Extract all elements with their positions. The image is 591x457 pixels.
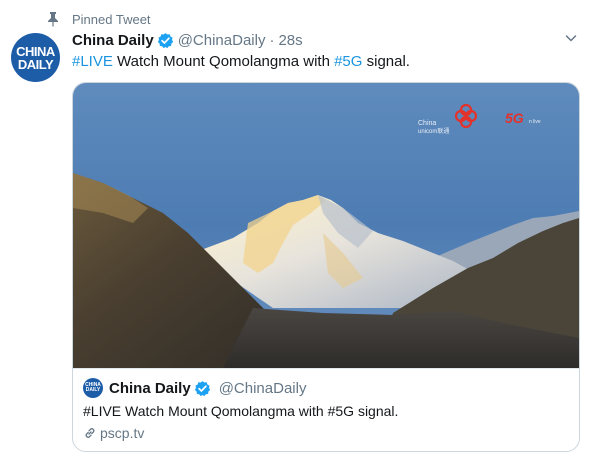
link-card[interactable]: China unicom联通 5G n live CHINA DAILY Chi… [72, 82, 580, 452]
chevron-down-icon[interactable] [564, 31, 578, 45]
card-author-line: CHINA DAILY China Daily @ChinaDaily [83, 377, 306, 399]
card-domain-text: pscp.tv [100, 425, 145, 441]
overlay-badge-suffix: n live [529, 119, 541, 125]
avatar[interactable]: CHINA DAILY [11, 33, 60, 82]
card-avatar-text-line2: DAILY [85, 387, 101, 393]
tweet-text-part1: Watch Mount Qomolangma with [112, 53, 335, 70]
separator-dot: · [269, 31, 275, 49]
overlay-brand-line2: unicom联通 [418, 127, 449, 135]
tweet-text-part2: signal. [362, 53, 410, 70]
verified-badge-icon [157, 32, 173, 48]
avatar-text-line1: CHINA [16, 43, 55, 59]
hashtag-5g[interactable]: #5G [334, 53, 362, 70]
avatar-text-line2: DAILY [17, 56, 54, 72]
overlay-5g-badge: 5G [505, 110, 524, 126]
pinned-tweet-label: Pinned Tweet [46, 10, 151, 28]
card-author-name: China Daily [109, 379, 191, 397]
author-handle[interactable]: @ChinaDaily [178, 32, 266, 49]
card-image[interactable]: China unicom联通 5G n live [73, 83, 579, 368]
verified-badge-icon [194, 380, 210, 396]
pin-icon [48, 12, 58, 27]
card-info[interactable]: CHINA DAILY China Daily @ChinaDaily #LIV… [73, 368, 579, 451]
card-avatar: CHINA DAILY [83, 378, 103, 398]
card-domain: pscp.tv [83, 423, 144, 443]
tweet-timestamp[interactable]: 28s [278, 32, 302, 49]
author-display-name[interactable]: China Daily [72, 32, 154, 49]
card-description: #LIVE Watch Mount Qomolangma with #5G si… [83, 403, 399, 419]
card-author-handle: @ChinaDaily [218, 379, 307, 397]
link-icon [85, 428, 95, 438]
tweet-header: China Daily @ChinaDaily · 28s [72, 30, 303, 50]
pinned-text: Pinned Tweet [72, 11, 151, 27]
tweet-text: #LIVE Watch Mount Qomolangma with #5G si… [72, 52, 410, 72]
overlay-brand-line1: China [418, 120, 436, 127]
hashtag-live[interactable]: #LIVE [72, 53, 113, 70]
